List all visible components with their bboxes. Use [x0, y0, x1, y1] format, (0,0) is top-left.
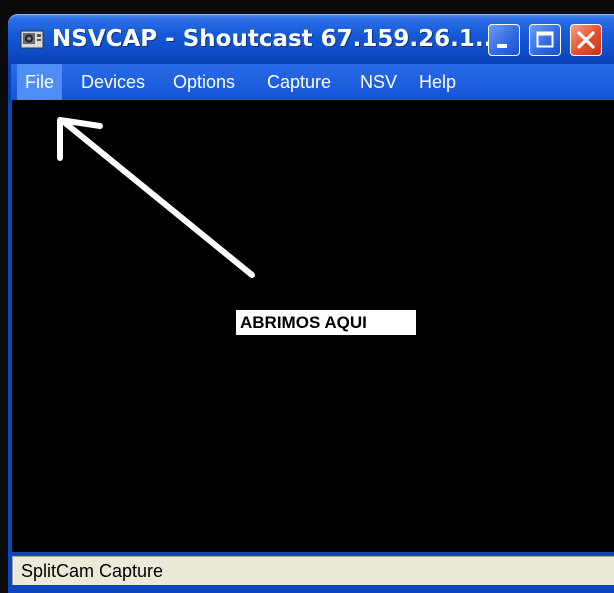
- menu-capture[interactable]: Capture: [267, 64, 331, 100]
- menu-bar: File Devices Options Capture NSV Help: [8, 64, 614, 100]
- app-window: NSVCAP - Shoutcast 67.159.26.1... File D…: [0, 0, 614, 593]
- menu-devices[interactable]: Devices: [81, 64, 145, 100]
- menu-nsv[interactable]: NSV: [360, 64, 397, 100]
- menu-options[interactable]: Options: [173, 64, 235, 100]
- annotation-label: ABRIMOS AQUI: [236, 310, 416, 335]
- window-title: NSVCAP - Shoutcast 67.159.26.1...: [52, 26, 488, 52]
- title-bar[interactable]: NSVCAP - Shoutcast 67.159.26.1...: [8, 14, 614, 64]
- maximize-icon: [536, 31, 554, 48]
- menu-help[interactable]: Help: [419, 64, 456, 100]
- minimize-icon: [497, 44, 507, 48]
- camera-app-icon[interactable]: [20, 27, 44, 51]
- capture-preview-area: ABRIMOS AQUI: [8, 100, 614, 552]
- minimize-button[interactable]: [488, 24, 520, 56]
- status-text: SplitCam Capture: [12, 556, 614, 585]
- close-icon: [577, 31, 595, 49]
- maximize-button[interactable]: [529, 24, 561, 56]
- status-bar: SplitCam Capture: [8, 552, 614, 593]
- menu-file[interactable]: File: [17, 64, 63, 100]
- close-button[interactable]: [570, 24, 602, 56]
